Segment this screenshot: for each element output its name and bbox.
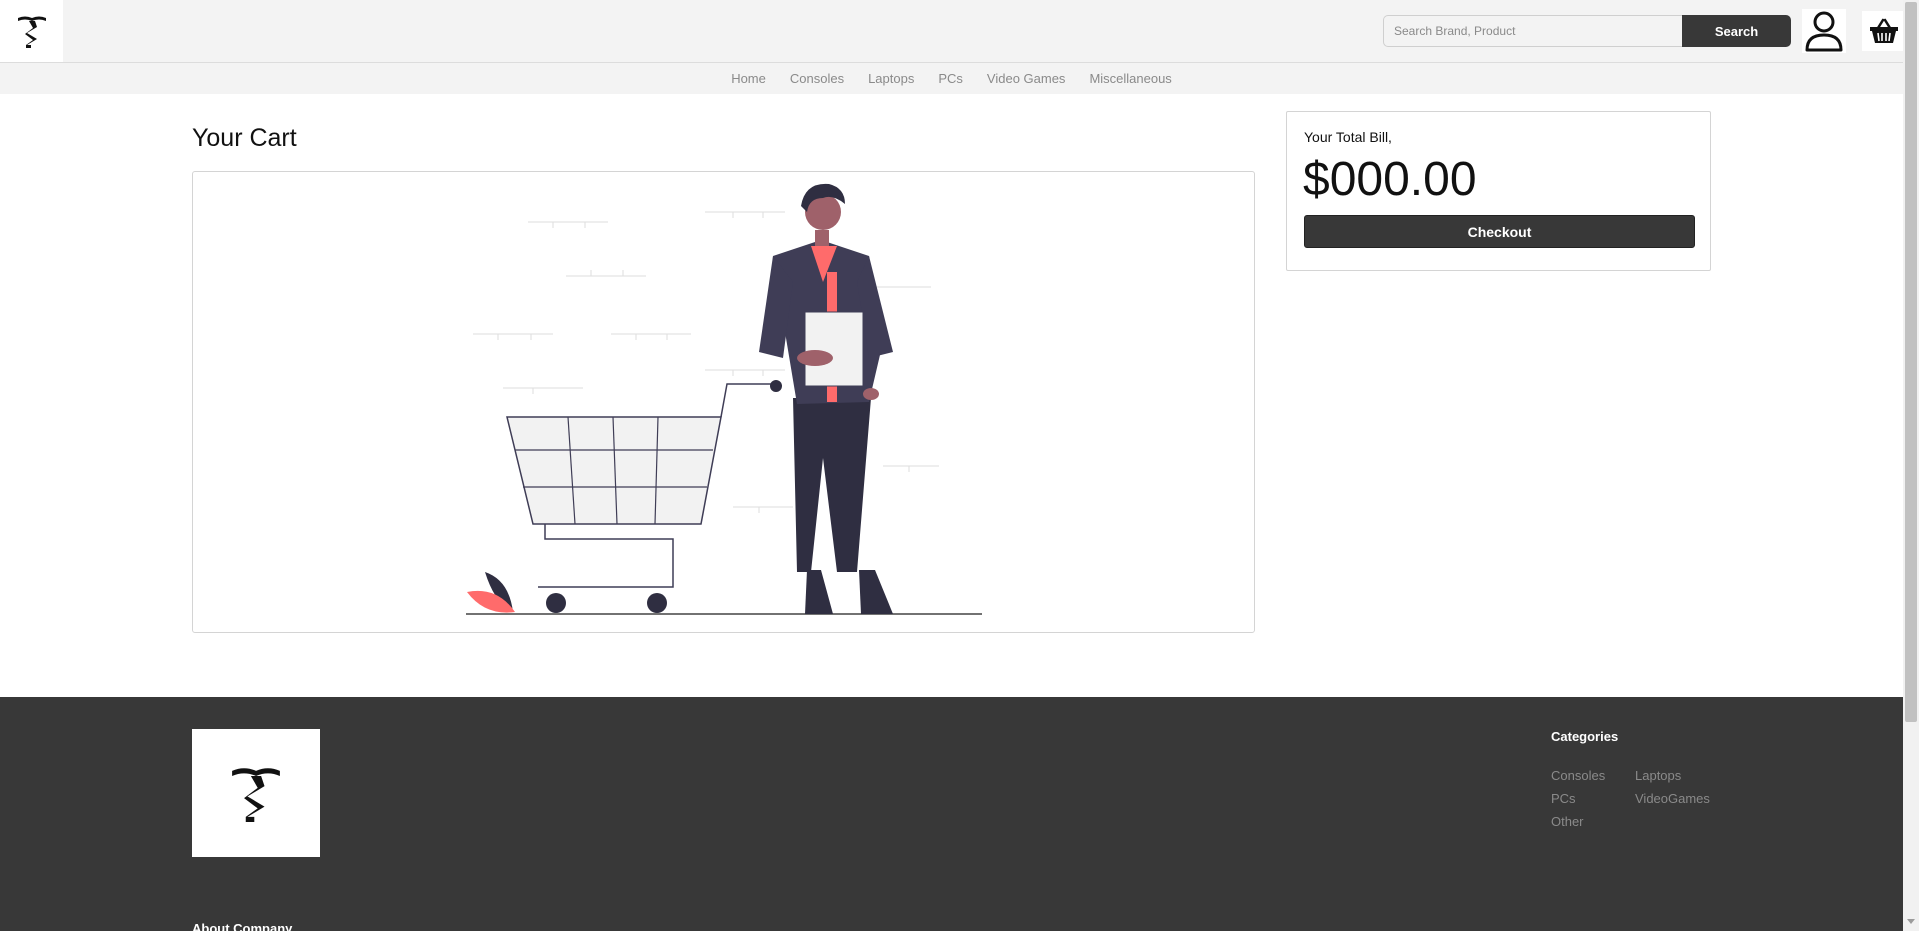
site-footer: About Company Categories Consoles Laptop… (0, 697, 1903, 936)
total-bill-label: Your Total Bill, (1304, 129, 1392, 145)
footer-link-videogames[interactable]: VideoGames (1635, 791, 1710, 806)
empty-cart-illustration (466, 183, 982, 615)
footer-link-laptops[interactable]: Laptops (1635, 768, 1681, 783)
nav-item-laptops[interactable]: Laptops (856, 71, 926, 86)
cart-button[interactable] (1862, 11, 1906, 51)
footer-logo[interactable] (192, 729, 320, 857)
site-logo[interactable] (0, 0, 63, 62)
nav-item-home[interactable]: Home (719, 71, 778, 86)
cart-contents-panel (192, 171, 1255, 633)
nav-item-pcs[interactable]: PCs (926, 71, 975, 86)
nav-item-consoles[interactable]: Consoles (778, 71, 856, 86)
total-bill-amount: $000.00 (1303, 153, 1477, 206)
nav-item-miscellaneous[interactable]: Miscellaneous (1077, 71, 1183, 86)
footer-link-pcs[interactable]: PCs (1551, 791, 1576, 806)
t-monogram-logo-icon (232, 768, 280, 822)
scrollbar-thumb[interactable] (1905, 2, 1917, 722)
scroll-down-arrow-icon[interactable] (1907, 919, 1915, 924)
page-title: Your Cart (192, 124, 297, 152)
footer-categories-title: Categories (1551, 729, 1619, 744)
footer-about-title: About Company (192, 921, 293, 936)
basket-icon (1870, 18, 1898, 43)
site-header: Search (0, 0, 1906, 63)
t-monogram-logo-icon (17, 16, 46, 48)
nav-item-video-games[interactable]: Video Games (975, 71, 1078, 86)
account-button[interactable] (1802, 9, 1846, 53)
footer-link-consoles[interactable]: Consoles (1551, 768, 1605, 783)
footer-link-other[interactable]: Other (1551, 814, 1584, 829)
main-nav: Home Consoles Laptops PCs Video Games Mi… (0, 63, 1903, 94)
user-icon (1805, 11, 1843, 52)
search-button[interactable]: Search (1682, 15, 1791, 47)
total-bill-card: Your Total Bill, $000.00 Checkout (1286, 111, 1711, 271)
search-bar: Search (1383, 15, 1791, 47)
search-input[interactable] (1383, 15, 1682, 47)
checkout-button[interactable]: Checkout (1304, 215, 1695, 248)
